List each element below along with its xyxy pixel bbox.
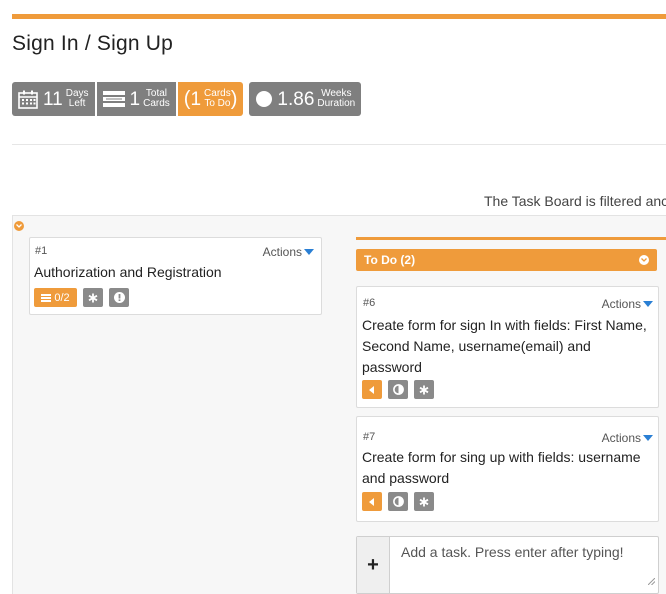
tasks-progress-text: 0/2 (54, 291, 70, 304)
column-title: To Do (2) (364, 253, 416, 267)
caret-down-icon (643, 301, 653, 307)
task-board: #1 Actions Authorization and Registratio… (12, 215, 666, 594)
filter-notice: The Task Board is filtered anc (484, 193, 666, 209)
task-title: Create form for sign In with fields: Fir… (362, 317, 647, 375)
page-title: Sign In / Sign Up (12, 32, 173, 55)
task-number: #6 (363, 297, 376, 309)
caret-down-icon (643, 435, 653, 441)
weeks-duration-label: Weeks Duration (317, 88, 356, 109)
asterisk-icon[interactable] (414, 492, 434, 511)
info-icon[interactable] (109, 288, 129, 307)
story-title: Authorization and Registration (34, 264, 222, 280)
asterisk-icon[interactable] (414, 380, 434, 399)
column-accent-line (356, 237, 666, 240)
close-paren: ) (230, 88, 238, 110)
task-actions-menu[interactable]: Actions (602, 297, 653, 311)
task-card[interactable]: #7 Actions Create form for sing up with … (356, 416, 659, 522)
cards-todo-value: 1 (190, 88, 202, 110)
days-left-label: Days Left (65, 88, 89, 109)
story-number: #1 (35, 245, 48, 257)
add-task-box: + Add a task. Press enter after typing! (356, 536, 659, 594)
task-actions-menu[interactable]: Actions (602, 431, 653, 445)
chevron-down-icon[interactable] (14, 221, 24, 231)
task-badges (362, 492, 440, 511)
cards-todo-label: Cards To Do (204, 88, 231, 109)
task-title: Create form for sing up with fields: use… (362, 449, 641, 486)
divider (12, 144, 666, 145)
top-accent-bar (12, 14, 666, 19)
open-paren: ( (183, 88, 191, 110)
task-number: #7 (363, 431, 376, 443)
list-icon (102, 91, 125, 107)
calendar-icon (18, 90, 38, 109)
half-circle-icon[interactable] (388, 380, 408, 399)
days-left-value: 11 (43, 88, 63, 110)
story-actions-menu[interactable]: Actions (263, 245, 314, 259)
days-left-stat: 11 Days Left (12, 82, 95, 116)
todo-column-header[interactable]: To Do (2) (356, 249, 657, 271)
total-cards-stat: 1 Total Cards (96, 82, 176, 116)
total-cards-label: Total Cards (143, 88, 170, 109)
actions-label: Actions (601, 297, 641, 311)
actions-label: Actions (601, 431, 641, 445)
tasks-progress-badge[interactable]: 0/2 (34, 288, 77, 307)
circle-icon (255, 90, 273, 108)
half-circle-icon[interactable] (388, 492, 408, 511)
weeks-duration-stat: 1.86 Weeks Duration (249, 82, 362, 116)
chevron-down-icon[interactable] (639, 255, 649, 265)
resize-grip-icon[interactable] (647, 572, 656, 590)
weeks-duration-value: 1.86 (277, 88, 315, 110)
story-card[interactable]: #1 Actions Authorization and Registratio… (29, 237, 322, 315)
story-badges: 0/2 (34, 288, 135, 307)
caret-down-icon (304, 249, 314, 255)
actions-label: Actions (262, 245, 302, 259)
asterisk-icon[interactable] (83, 288, 103, 307)
add-task-input[interactable]: Add a task. Press enter after typing! (401, 544, 624, 560)
move-left-icon[interactable] (362, 380, 382, 399)
total-cards-value: 1 (129, 88, 141, 110)
add-task-button[interactable]: + (357, 537, 390, 593)
task-card[interactable]: #6 Actions Create form for sign In with … (356, 286, 659, 408)
task-badges (362, 380, 440, 399)
stats-bar: 11 Days Left 1 Total Cards ( 1 Cards To … (12, 82, 362, 116)
move-left-icon[interactable] (362, 492, 382, 511)
cards-todo-stat: ( 1 Cards To Do ) (177, 82, 244, 116)
